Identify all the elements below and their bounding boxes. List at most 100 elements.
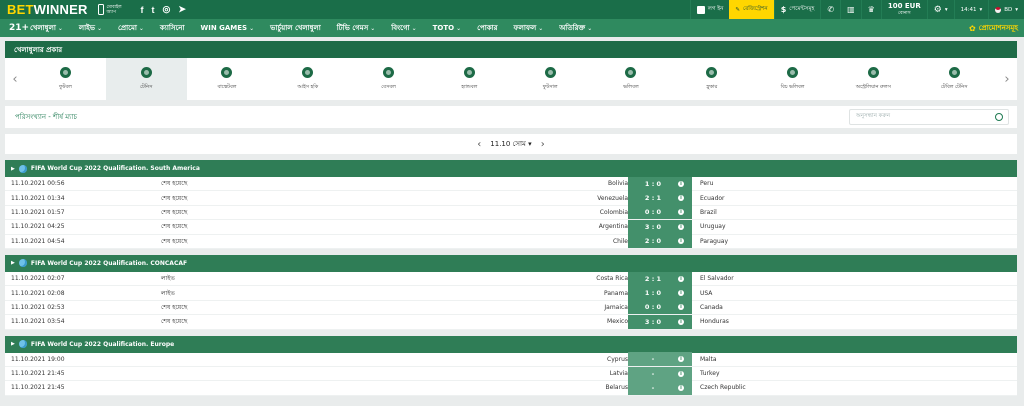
- match-status: শেষ হয়েছে: [161, 223, 188, 231]
- league-header[interactable]: ▶ FIFA World Cup 2022 Qualification. Sout…: [5, 160, 1017, 177]
- payments-label: পেমেন্টসমূহ: [789, 5, 815, 12]
- sport-type-item[interactable]: আইস হকি: [267, 58, 348, 100]
- match-row[interactable]: 11.10.2021 01:57 শেষ হয়েছে Colombia 0 : 0 i…: [5, 205, 1017, 221]
- nav-item[interactable]: খেলাধুলা ⌄: [22, 19, 71, 37]
- score-box[interactable]: -i: [628, 352, 692, 367]
- nav-item[interactable]: লাইভ ⌄: [71, 19, 110, 37]
- snooker-icon: [706, 66, 718, 78]
- info-icon[interactable]: i: [678, 356, 684, 363]
- sport-type-item[interactable]: অস্ট্রেলিয়ান রুলস: [833, 58, 914, 100]
- info-icon[interactable]: i: [678, 209, 684, 216]
- sport-type-item[interactable]: বাস্কেটবল: [187, 58, 268, 100]
- info-icon[interactable]: i: [678, 223, 684, 230]
- phone-button[interactable]: ✆: [820, 0, 840, 19]
- info-icon[interactable]: i: [678, 238, 684, 245]
- sport-type-item[interactable]: হ্যান্ডবল: [429, 58, 510, 100]
- sport-type-item[interactable]: বেসবল: [348, 58, 429, 100]
- match-row[interactable]: 11.10.2021 01:34 শেষ হয়েছে Venezuela 2 : 1…: [5, 191, 1017, 206]
- sport-type-item[interactable]: ফুটবল: [25, 58, 106, 100]
- facebook-icon[interactable]: f: [141, 5, 144, 15]
- login-button[interactable]: লগ ইন: [689, 0, 730, 19]
- payments-link[interactable]: $ পেমেন্টসমূহ: [773, 0, 821, 19]
- match-row[interactable]: 11.10.2021 04:54 শেষ হয়েছে Chile 2 : 0 i Par…: [5, 234, 1017, 249]
- score-box[interactable]: 1 : 0 i: [628, 176, 692, 191]
- nav-item[interactable]: ফলাফল ⌄: [506, 19, 552, 37]
- home-team: Mexico: [607, 318, 628, 326]
- match-row[interactable]: 11.10.2021 21:45 Latvia - i Turkey: [5, 366, 1017, 382]
- nav-item[interactable]: পোকার: [469, 19, 505, 37]
- sport-type-item[interactable]: বিচ ভলিবল: [752, 58, 833, 100]
- score-box[interactable]: 2 : 1 i: [628, 191, 692, 206]
- score-box[interactable]: 3 : 0 i: [628, 219, 692, 234]
- nav-item[interactable]: TOTO ⌄: [425, 19, 469, 37]
- match-row[interactable]: 11.10.2021 00:56 শেষ হয়েছে Bolivia 1 : 0 i P…: [5, 176, 1017, 192]
- nav-item[interactable]: WIN GAMES ⌄: [193, 19, 263, 37]
- chevron-down-icon: ▾: [944, 6, 948, 13]
- match-score: 2 : 1: [644, 274, 662, 283]
- scroll-left-button[interactable]: ‹: [5, 58, 25, 100]
- futsal-icon: [544, 66, 556, 78]
- instagram-icon[interactable]: ◎: [163, 4, 171, 15]
- nav-item[interactable]: বিংগো ⌄: [383, 19, 424, 37]
- score-box[interactable]: 0 : 0 i: [628, 205, 692, 220]
- info-icon[interactable]: i: [678, 275, 684, 282]
- score-box[interactable]: 1 : 0 i: [628, 286, 692, 301]
- score-box[interactable]: -i: [628, 366, 692, 381]
- league-header[interactable]: ▶ FIFA World Cup 2022 Qualification. Euro…: [5, 335, 1017, 353]
- sport-type-item[interactable]: ভলিবল: [591, 58, 672, 100]
- match-row[interactable]: 11.10.2021 21:45 Belarus - i Czech Republic: [5, 380, 1017, 396]
- nav-item[interactable]: ভার্চুয়াল খেলাধুলা: [262, 19, 329, 37]
- top-bar: BET WINNER মোবাইল অ্যাপ f t ◎ ➤ লগ ইন ✎ র…: [0, 0, 1024, 19]
- prev-date-button[interactable]: ‹: [477, 139, 481, 150]
- triangle-icon: ▶: [11, 341, 15, 348]
- breadcrumb[interactable]: পরিসংখ্যান - শীর্ষ ম্যাচ: [5, 111, 77, 123]
- info-icon[interactable]: i: [678, 290, 684, 297]
- register-button[interactable]: ✎ রেজিস্ট্রেশন: [729, 0, 774, 19]
- match-row[interactable]: 11.10.2021 02:07 লাইভ Costa Rica 2 : 1 i El S…: [5, 271, 1017, 287]
- score-box[interactable]: 2 : 0 i: [628, 234, 692, 249]
- balance-display[interactable]: 100 EUR বোনাস: [880, 0, 927, 19]
- score-box[interactable]: 0 : 0 i: [628, 300, 692, 315]
- info-icon[interactable]: i: [678, 180, 684, 187]
- triangle-icon: ▶: [11, 260, 15, 267]
- match-score: 3 : 0: [644, 317, 662, 326]
- match-row[interactable]: 11.10.2021 03:54 শেষ হয়েছে Mexico 3 : 0 i Ho…: [5, 314, 1017, 330]
- nav-item[interactable]: প্রোমো ⌄: [110, 19, 152, 37]
- settings-button[interactable]: ⚙ ▾: [926, 0, 954, 19]
- search-icon[interactable]: [995, 113, 1003, 121]
- search-input[interactable]: অনুসন্ধান করুন: [849, 109, 1009, 125]
- language-selector[interactable]: BD ▾: [988, 0, 1024, 19]
- score-box[interactable]: 2 : 1 i: [628, 271, 692, 286]
- info-icon[interactable]: i: [678, 195, 684, 202]
- match-time: 11.10.2021 00:56: [11, 180, 65, 188]
- sport-type-item[interactable]: স্নুকার: [671, 58, 752, 100]
- mobile-app-link[interactable]: মোবাইল অ্যাপ: [97, 4, 133, 15]
- info-icon[interactable]: i: [678, 370, 684, 377]
- next-date-button[interactable]: ›: [541, 139, 545, 150]
- match-row[interactable]: 11.10.2021 02:08 লাইভ Panama 1 : 0 i USA: [5, 286, 1017, 301]
- trophy-button[interactable]: ♛: [860, 0, 881, 19]
- info-icon[interactable]: i: [678, 384, 684, 391]
- sport-type-item[interactable]: ফুটসাল: [510, 58, 591, 100]
- twitter-icon[interactable]: t: [152, 5, 155, 15]
- info-icon[interactable]: i: [678, 304, 684, 311]
- promotions-link[interactable]: ✿ প্রোমোশনসমূহ: [969, 19, 1018, 37]
- clock-display[interactable]: 14:41 ▾: [953, 0, 989, 19]
- match-row[interactable]: 11.10.2021 19:00 Cyprus - i Malta: [5, 352, 1017, 367]
- score-box[interactable]: 3 : 0 i: [628, 314, 692, 329]
- match-row[interactable]: 11.10.2021 04:25 শেষ হয়েছে Argentina 3 : 0…: [5, 219, 1017, 235]
- match-row[interactable]: 11.10.2021 02:53 শেষ হয়েছে Jamaica 0 : 0 i C…: [5, 300, 1017, 316]
- league-header[interactable]: ▶ FIFA World Cup 2022 Qualification. CONC…: [5, 254, 1017, 272]
- scroll-right-button[interactable]: ›: [997, 58, 1017, 100]
- brand-logo[interactable]: BET WINNER: [0, 2, 88, 17]
- nav-item[interactable]: অতিরিক্ত ⌄: [551, 19, 600, 37]
- info-icon[interactable]: i: [678, 318, 684, 325]
- score-box[interactable]: -i: [628, 380, 692, 395]
- date-value-dropdown[interactable]: 11.10 সোম ▾: [490, 138, 531, 150]
- telegram-icon[interactable]: ➤: [178, 4, 186, 15]
- sport-type-item[interactable]: টেবিল টেনিস: [914, 58, 995, 100]
- nav-item[interactable]: ক্যাসিনো: [152, 19, 193, 37]
- nav-item[interactable]: টিভি গেমস ⌄: [329, 19, 383, 37]
- stats-button[interactable]: ▥: [840, 0, 861, 19]
- sport-type-item[interactable]: টেনিস: [105, 58, 187, 100]
